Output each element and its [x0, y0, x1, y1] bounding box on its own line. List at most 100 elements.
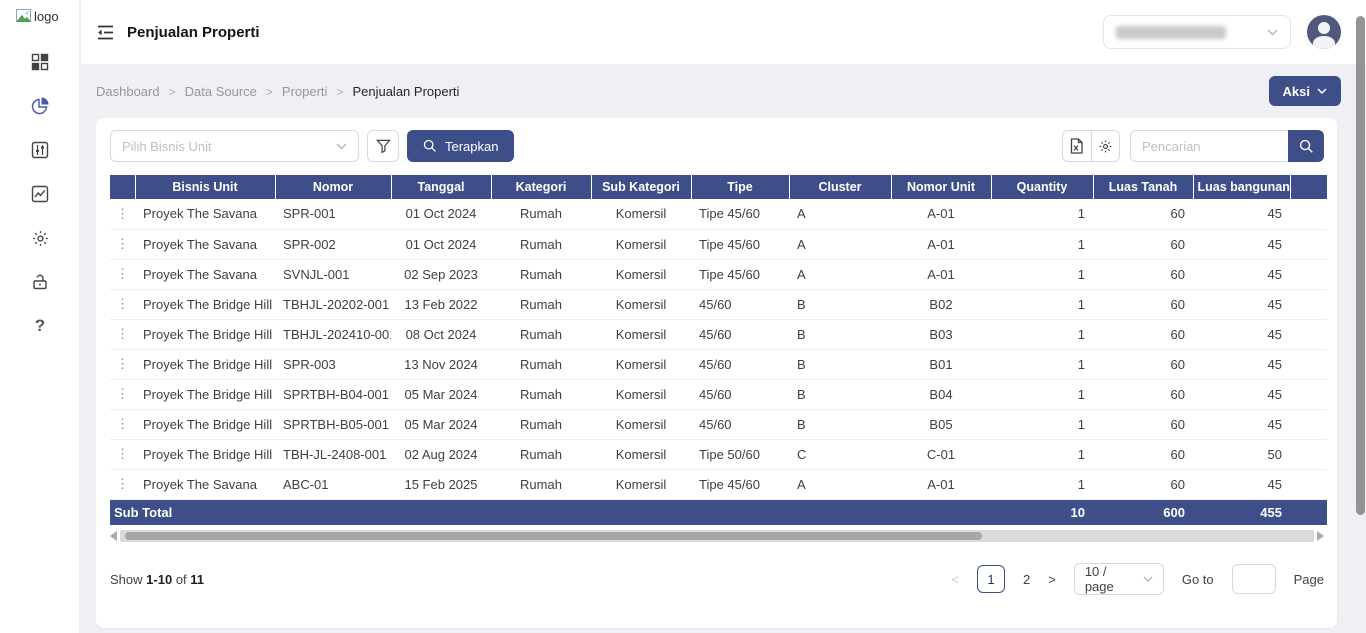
cell-spacer [1290, 379, 1327, 409]
next-page-button[interactable]: > [1048, 572, 1056, 587]
search-input[interactable] [1130, 130, 1288, 162]
cell-tipe: 45/60 [691, 379, 789, 409]
row-actions-cell: ⋮ [110, 199, 135, 229]
goto-page-input[interactable] [1232, 564, 1276, 594]
table-row: ⋮ Proyek The Savana SVNJL-001 02 Sep 202… [110, 259, 1327, 289]
table-row: ⋮ Proyek The Bridge Hill SPRTBH-B05-001 … [110, 409, 1327, 439]
row-kebab-menu-icon[interactable]: ⋮ [116, 236, 129, 251]
prev-page-button[interactable]: < [951, 572, 959, 587]
cell-nomor-unit: B04 [891, 379, 991, 409]
row-actions-cell: ⋮ [110, 409, 135, 439]
terapkan-button-label: Terapkan [445, 139, 498, 154]
business-unit-select[interactable]: Pilih Bisnis Unit [110, 130, 359, 162]
column-settings-button[interactable] [1091, 131, 1120, 161]
row-kebab-menu-icon[interactable]: ⋮ [116, 206, 129, 221]
row-kebab-menu-icon[interactable]: ⋮ [116, 356, 129, 371]
line-chart-icon[interactable] [30, 184, 50, 204]
breadcrumb-separator: > [336, 85, 343, 99]
row-kebab-menu-icon[interactable]: ⋮ [116, 446, 129, 461]
row-kebab-menu-icon[interactable]: ⋮ [116, 416, 129, 431]
terapkan-button[interactable]: Terapkan [407, 130, 514, 162]
row-actions-cell: ⋮ [110, 289, 135, 319]
row-actions-cell: ⋮ [110, 379, 135, 409]
per-page-select[interactable]: 10 / page [1074, 563, 1164, 595]
header-kategori: Kategori [491, 175, 591, 199]
page-button-2[interactable]: 2 [1023, 572, 1030, 587]
cell-bisnis-unit: Proyek The Bridge Hill [135, 289, 275, 319]
unlock-icon[interactable] [30, 272, 50, 292]
chevron-down-icon [336, 143, 347, 150]
app-logo[interactable]: logo [16, 9, 59, 24]
table-row: ⋮ Proyek The Bridge Hill TBHJL-20202-001… [110, 289, 1327, 319]
breadcrumb-dashboard[interactable]: Dashboard [96, 84, 160, 99]
header-nomor: Nomor [275, 175, 391, 199]
help-question-icon[interactable]: ? [30, 316, 50, 336]
cell-nomor: ABC-01 [275, 469, 391, 499]
header-cluster: Cluster [789, 175, 891, 199]
search-button[interactable] [1288, 130, 1324, 162]
cell-cluster: B [789, 349, 891, 379]
page-button-1[interactable]: 1 [977, 565, 1005, 593]
cell-spacer [1290, 409, 1327, 439]
cell-cluster: B [789, 319, 891, 349]
cell-luas-tanah: 60 [1093, 289, 1193, 319]
subtotal-luas-tanah: 600 [1093, 499, 1193, 525]
dashboard-grid-icon[interactable] [30, 52, 50, 72]
cell-spacer [1290, 469, 1327, 499]
chevron-down-icon [1317, 88, 1327, 94]
cell-quantity: 1 [991, 379, 1093, 409]
cell-luas-bangunan: 50 [1193, 439, 1290, 469]
menu-fold-icon[interactable] [97, 23, 115, 41]
question-glyph: ? [35, 316, 45, 336]
cell-luas-tanah: 60 [1093, 259, 1193, 289]
cell-bisnis-unit: Proyek The Savana [135, 229, 275, 259]
settings-gear-icon[interactable] [30, 228, 50, 248]
cell-nomor-unit: A-01 [891, 259, 991, 289]
breadcrumb-properti[interactable]: Properti [282, 84, 328, 99]
cell-bisnis-unit: Proyek The Bridge Hill [135, 409, 275, 439]
content-card: Pilih Bisnis Unit Terapkan [96, 118, 1337, 628]
breadcrumb-data-source[interactable]: Data Source [185, 84, 257, 99]
pie-chart-icon[interactable] [30, 96, 50, 116]
chevron-down-icon [1143, 576, 1153, 582]
cell-luas-bangunan: 45 [1193, 199, 1290, 229]
cell-luas-tanah: 60 [1093, 379, 1193, 409]
row-kebab-menu-icon[interactable]: ⋮ [116, 266, 129, 281]
cell-quantity: 1 [991, 229, 1093, 259]
row-kebab-menu-icon[interactable]: ⋮ [116, 296, 129, 311]
cell-tanggal: 05 Mar 2024 [391, 409, 491, 439]
horizontal-scroll-thumb[interactable] [125, 532, 982, 540]
row-kebab-menu-icon[interactable]: ⋮ [116, 476, 129, 491]
row-kebab-menu-icon[interactable]: ⋮ [116, 326, 129, 341]
cell-nomor-unit: A-01 [891, 229, 991, 259]
cell-spacer [1290, 349, 1327, 379]
cell-spacer [1290, 259, 1327, 289]
cell-tanggal: 13 Nov 2024 [391, 349, 491, 379]
scroll-left-arrow-icon[interactable] [110, 531, 117, 541]
table-body: ⋮ Proyek The Savana SPR-001 01 Oct 2024 … [110, 199, 1327, 499]
cell-tanggal: 01 Oct 2024 [391, 229, 491, 259]
cell-kategori: Rumah [491, 289, 591, 319]
user-dropdown[interactable] [1103, 15, 1291, 49]
scroll-right-arrow-icon[interactable] [1317, 531, 1324, 541]
breadcrumb-separator: > [169, 85, 176, 99]
export-file-button[interactable] [1063, 131, 1091, 161]
show-range-text: Show 1-10 of 11 [110, 572, 204, 587]
header-actions [110, 175, 135, 199]
cell-kategori: Rumah [491, 409, 591, 439]
header-bisnis-unit: Bisnis Unit [135, 175, 275, 199]
aksi-button[interactable]: Aksi [1269, 76, 1341, 106]
filter-funnel-button[interactable] [367, 130, 399, 162]
vertical-scrollbar-thumb[interactable] [1356, 16, 1365, 515]
cell-nomor: SVNJL-001 [275, 259, 391, 289]
business-unit-placeholder: Pilih Bisnis Unit [122, 139, 212, 154]
cell-sub-kategori: Komersil [591, 199, 691, 229]
horizontal-scroll-track[interactable] [120, 530, 1314, 542]
cell-tanggal: 08 Oct 2024 [391, 319, 491, 349]
row-kebab-menu-icon[interactable]: ⋮ [116, 386, 129, 401]
sidebar: logo ? [0, 0, 80, 633]
sliders-icon[interactable] [30, 140, 50, 160]
sidebar-nav: ? [0, 52, 80, 336]
cell-quantity: 1 [991, 439, 1093, 469]
avatar[interactable] [1307, 15, 1341, 49]
